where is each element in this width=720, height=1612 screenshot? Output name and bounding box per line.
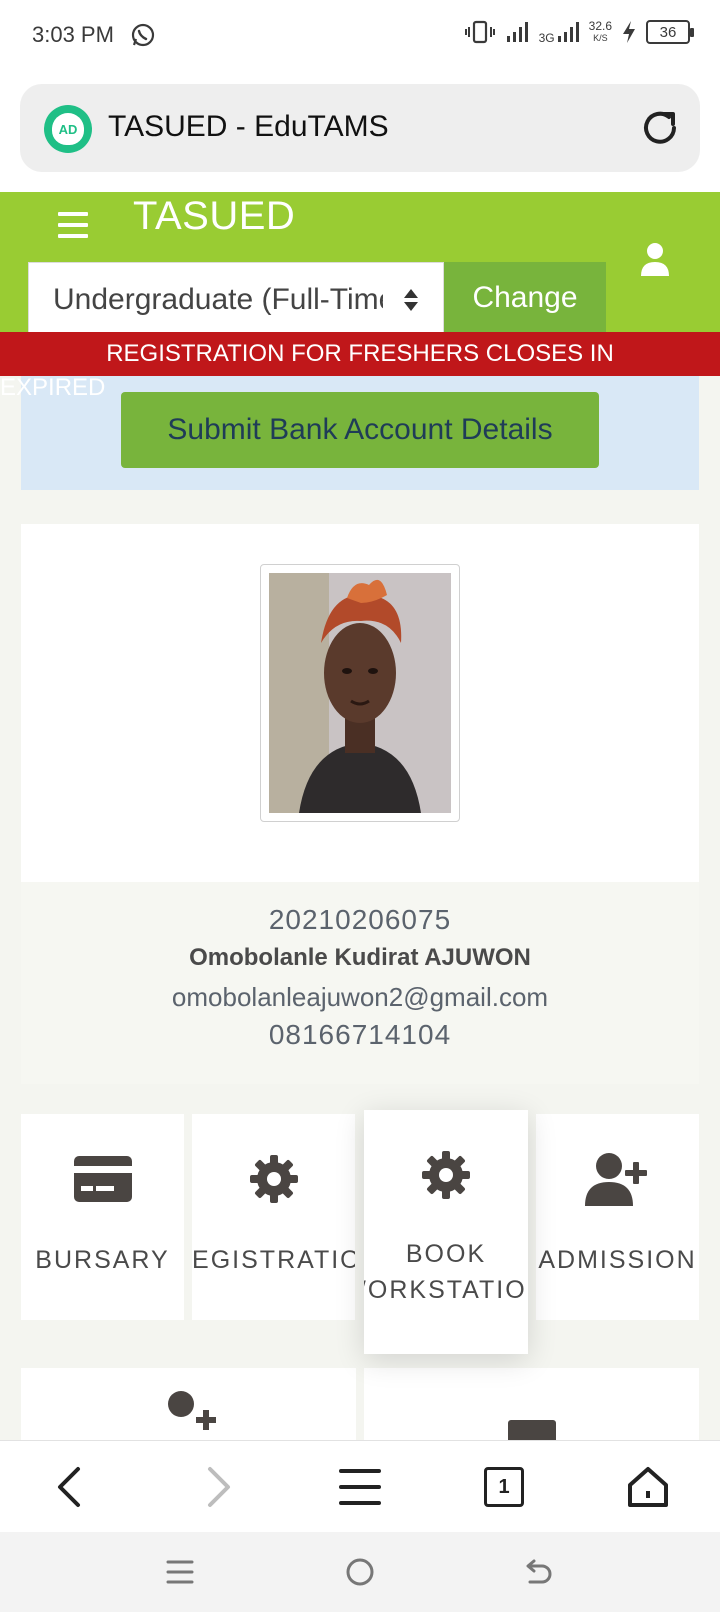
browser-header: AD TASUED - EduTAMS xyxy=(0,72,720,192)
profile-info: 20210206075 Omobolanle Kudirat AJUWON om… xyxy=(21,882,699,1084)
vibrate-icon xyxy=(464,20,495,44)
status-bar: 3:03 PM 3G 32.6 K/S 36 xyxy=(0,0,720,72)
browser-toolbar: 1 xyxy=(0,1440,720,1532)
status-time: 3:03 PM xyxy=(32,22,114,47)
site-badge-text: AD xyxy=(52,113,84,145)
tile-label-book: BOOK xyxy=(405,1240,487,1268)
status-icons: 3G 32.6 K/S 36 xyxy=(464,20,694,45)
tile-registration[interactable]: REGISTRATION xyxy=(192,1114,355,1320)
credit-card-icon xyxy=(73,1156,132,1202)
net-speed: 32.6 K/S xyxy=(589,20,612,44)
program-select[interactable]: Undergraduate (Full-Time) xyxy=(28,262,444,334)
back-icon[interactable] xyxy=(50,1465,94,1509)
network-type: 3G xyxy=(538,31,555,45)
menu-icon[interactable] xyxy=(58,212,88,238)
student-name: Omobolanle Kudirat AJUWON xyxy=(189,944,531,971)
program-select-value: Undergraduate (Full-Time) xyxy=(53,283,383,316)
home-circle-icon[interactable] xyxy=(344,1556,376,1588)
charging-icon xyxy=(623,21,635,43)
tile-label-bursary: BURSARY xyxy=(35,1246,170,1274)
tile-label-admission: ADMISSION xyxy=(538,1246,697,1274)
tile-bursary[interactable]: BURSARY xyxy=(21,1114,184,1320)
matric-number: 20210206075 xyxy=(268,904,452,935)
brand-logo-text[interactable]: TASUED xyxy=(133,194,295,239)
submit-bank-details-button[interactable]: Submit Bank Account Details xyxy=(121,392,599,468)
page-title[interactable]: TASUED - EduTAMS xyxy=(108,110,389,144)
user-icon[interactable] xyxy=(640,242,670,276)
net-speed-value: 32.6 xyxy=(588,19,612,33)
signal-icon-2 xyxy=(557,22,579,42)
signal-icon xyxy=(506,22,528,42)
gear-icon xyxy=(249,1155,298,1203)
student-email: omobolanleajuwon2@gmail.com xyxy=(171,982,549,1012)
reload-icon[interactable] xyxy=(638,106,682,150)
profile-card: 20210206075 Omobolanle Kudirat AJUWON om… xyxy=(21,524,699,1084)
forward-icon[interactable] xyxy=(194,1465,238,1509)
tabs-button[interactable]: 1 xyxy=(484,1467,524,1507)
battery-icon: 36 xyxy=(646,20,694,44)
profile-photo-frame xyxy=(260,564,460,822)
back-arrow-icon[interactable] xyxy=(522,1556,554,1588)
change-button[interactable]: Change xyxy=(444,262,606,334)
recents-icon[interactable] xyxy=(164,1556,196,1588)
gear-icon xyxy=(422,1151,470,1199)
home-icon[interactable] xyxy=(626,1465,670,1509)
tile-book-workstation[interactable]: BOOK WORKSTATION xyxy=(364,1110,528,1354)
bank-details-panel: Submit Bank Account Details xyxy=(21,376,699,490)
user-plus-icon xyxy=(167,1391,216,1430)
profile-photo xyxy=(269,573,451,813)
adblock-shield-icon[interactable]: AD xyxy=(44,105,92,153)
tile-admission[interactable]: ADMISSION xyxy=(536,1114,699,1320)
student-phone: 08166714104 xyxy=(268,1019,452,1050)
system-navigation-bar xyxy=(0,1532,720,1612)
registration-status: EXPIRED xyxy=(0,374,106,401)
select-arrows-icon xyxy=(404,289,418,311)
registration-banner: REGISTRATION FOR FRESHERS CLOSES IN xyxy=(0,332,720,376)
address-bar[interactable]: AD TASUED - EduTAMS xyxy=(20,84,700,172)
net-speed-unit: K/S xyxy=(593,33,608,43)
user-plus-icon xyxy=(584,1153,647,1206)
portrait-image xyxy=(269,573,451,813)
tile-label-workstation: WORKSTATION xyxy=(364,1276,528,1304)
menu-lines-icon[interactable] xyxy=(338,1465,382,1509)
tile-label-registration: REGISTRATION xyxy=(192,1246,355,1274)
battery-level: 36 xyxy=(659,23,677,41)
app-header: TASUED Undergraduate (Full-Time) Change xyxy=(0,192,720,334)
whatsapp-icon xyxy=(131,23,155,47)
